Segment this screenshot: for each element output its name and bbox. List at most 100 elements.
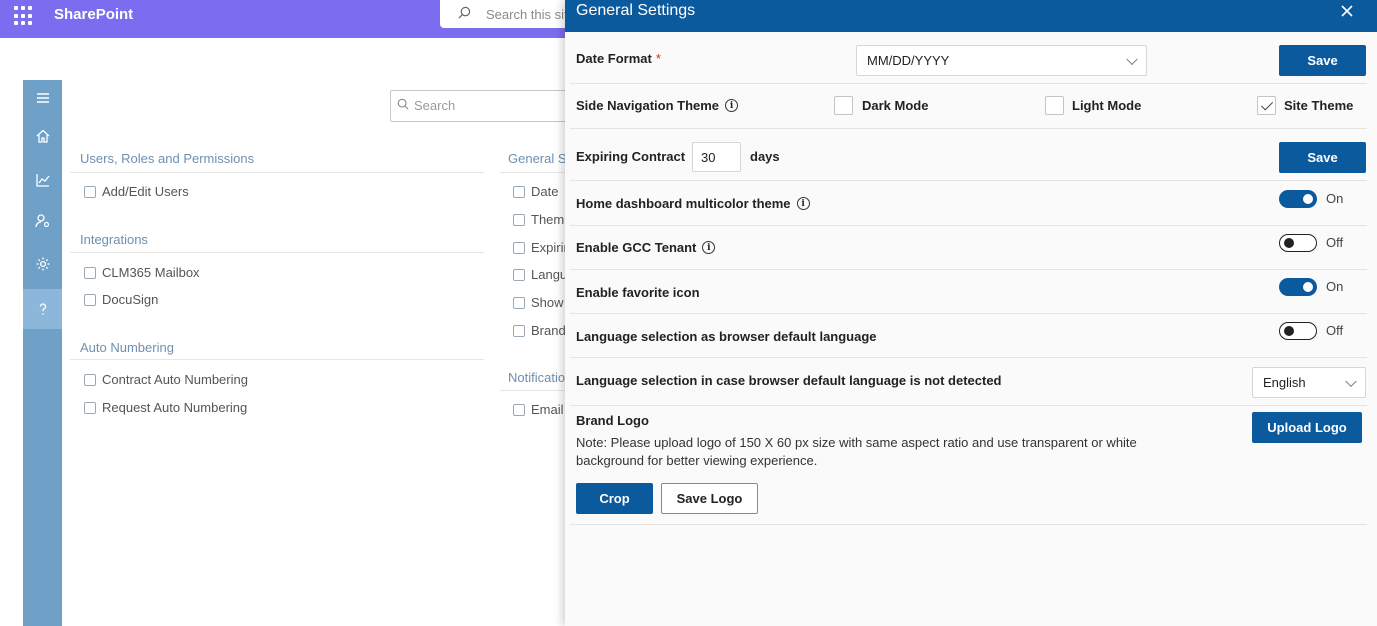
app-brand[interactable]: SharePoint: [54, 6, 133, 23]
site-search-placeholder: Search this site: [486, 7, 575, 22]
row-divider: [570, 269, 1367, 270]
eye-icon: [513, 296, 525, 309]
settings-link-label: Contract Auto Numbering: [102, 372, 248, 387]
brand-logo-note-line: Note: Please upload logo of 150 X 60 px …: [576, 435, 1137, 450]
settings-link-show[interactable]: Show: [513, 295, 564, 310]
panel-title: General Settings: [576, 2, 696, 19]
settings-link-label: Brand: [531, 323, 566, 338]
settings-link-label: Date: [531, 184, 559, 199]
settings-link-expiring[interactable]: Expirin: [513, 240, 571, 255]
search-icon: [397, 98, 409, 110]
expiring-days-input[interactable]: 30: [692, 142, 741, 172]
section-title-notifications: Notificatio: [508, 370, 566, 385]
required-mark: *: [655, 51, 661, 66]
language-icon: [513, 268, 525, 281]
date-format-label-text: Date Format: [576, 51, 652, 66]
toggle-knob: [1303, 282, 1313, 292]
settings-link-label: Show: [531, 295, 564, 310]
site-theme-checkbox[interactable]: [1257, 96, 1276, 115]
save-expiring-contract-button[interactable]: Save: [1279, 142, 1366, 173]
user-settings-icon[interactable]: [23, 203, 62, 239]
settings-link-request-auto-numbering[interactable]: Request Auto Numbering: [84, 400, 247, 415]
row-divider: [570, 313, 1367, 314]
section-divider: [70, 359, 484, 360]
menu-icon[interactable]: [23, 80, 62, 116]
settings-link-brand[interactable]: Brand: [513, 323, 566, 338]
browser-language-toggle[interactable]: [1279, 322, 1317, 340]
gcc-tenant-toggle[interactable]: [1279, 234, 1317, 252]
settings-link-clm365-mailbox[interactable]: CLM365 Mailbox: [84, 265, 200, 280]
section-divider: [500, 390, 565, 391]
settings-link-theme[interactable]: Them: [513, 212, 564, 227]
toggle-knob: [1284, 237, 1294, 248]
row-divider: [570, 83, 1367, 84]
settings-link-label: Langu: [531, 267, 568, 282]
settings-link-docusign[interactable]: DocuSign: [84, 292, 158, 307]
search-icon: [458, 6, 471, 19]
home-multicolor-label: Home dashboard multicolor theme i: [576, 196, 810, 211]
settings-search-placeholder: Search: [414, 98, 456, 113]
settings-link-label: Email: [531, 402, 564, 417]
dark-mode-checkbox[interactable]: [834, 96, 853, 115]
settings-link-email[interactable]: Email: [513, 402, 564, 417]
date-format-value: MM/DD/YYYY: [867, 53, 950, 68]
info-icon[interactable]: i: [702, 241, 716, 254]
brand-logo-label: Brand Logo: [576, 413, 649, 428]
date-format-select[interactable]: MM/DD/YYYY: [856, 45, 1147, 76]
light-mode-checkbox[interactable]: [1045, 96, 1064, 115]
hourglass-icon: [513, 241, 525, 254]
toggle-knob: [1284, 325, 1294, 336]
settings-link-label: Request Auto Numbering: [102, 400, 248, 415]
days-unit-label: days: [750, 149, 780, 164]
chevron-down-icon: [1345, 375, 1357, 387]
brand-logo-note-line: background for better viewing experience…: [576, 453, 818, 468]
settings-link-date[interactable]: Date: [513, 184, 558, 199]
settings-link-language[interactable]: Langu: [513, 267, 567, 282]
settings-link-contract-auto-numbering[interactable]: Contract Auto Numbering: [84, 372, 248, 387]
fallback-language-value: English: [1263, 375, 1306, 390]
favorite-icon-toggle[interactable]: [1279, 278, 1317, 296]
dark-mode-label: Dark Mode: [862, 98, 929, 113]
row-divider: [570, 357, 1367, 358]
settings-link-label: Them: [531, 212, 565, 227]
save-date-format-button[interactable]: Save: [1279, 45, 1366, 76]
light-mode-label: Light Mode: [1072, 98, 1142, 113]
document-sign-icon: [84, 293, 96, 306]
settings-link-label: CLM365 Mailbox: [102, 265, 200, 280]
close-icon[interactable]: [1340, 4, 1354, 18]
home-multicolor-toggle[interactable]: [1279, 190, 1317, 208]
section-divider: [70, 172, 484, 173]
theme-icon: [513, 213, 525, 226]
numbering-icon: [84, 401, 96, 414]
home-multicolor-state: On: [1326, 191, 1344, 206]
row-divider: [570, 128, 1367, 129]
browser-language-label: Language selection as browser default la…: [576, 329, 877, 344]
row-divider: [570, 405, 1367, 406]
numbering-icon: [84, 373, 96, 386]
expiring-days-value: 30: [701, 149, 716, 165]
section-title-general: General S: [508, 151, 567, 166]
gear-icon[interactable]: [23, 246, 62, 282]
info-icon[interactable]: i: [725, 99, 739, 112]
section-title-auto-numbering: Auto Numbering: [80, 340, 174, 355]
brand-icon: [513, 324, 525, 337]
left-nav-rail: [23, 80, 62, 626]
crop-button[interactable]: Crop: [576, 483, 653, 514]
info-icon[interactable]: i: [796, 197, 810, 210]
mail-icon: [513, 403, 525, 416]
app-launcher-icon[interactable]: [14, 6, 34, 26]
gcc-tenant-label: Enable GCC Tenant i: [576, 240, 716, 255]
mail-icon: [84, 266, 96, 279]
chevron-down-icon: [1126, 53, 1138, 65]
section-title-users: Users, Roles and Permissions: [80, 151, 255, 166]
home-icon[interactable]: [23, 118, 62, 154]
fallback-language-select[interactable]: English: [1252, 367, 1366, 398]
help-icon[interactable]: [23, 289, 62, 329]
chart-icon[interactable]: [23, 162, 62, 198]
save-logo-button[interactable]: Save Logo: [661, 483, 758, 514]
upload-logo-button[interactable]: Upload Logo: [1252, 412, 1362, 443]
settings-link-add-edit-users[interactable]: Add/Edit Users: [84, 184, 189, 199]
section-title-integrations: Integrations: [80, 232, 148, 247]
row-divider: [570, 524, 1367, 525]
favorite-icon-state: On: [1326, 279, 1344, 294]
